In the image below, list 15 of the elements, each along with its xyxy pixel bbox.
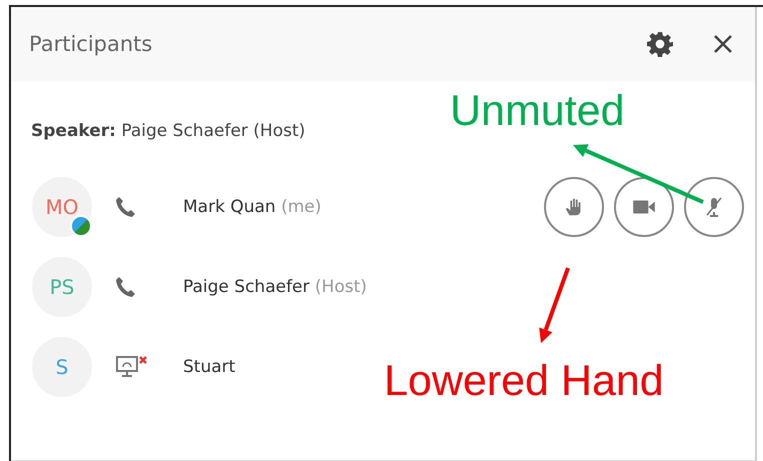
participant-name: Paige Schaefer (Host) [183, 277, 368, 297]
participant-name: Mark Quan (me) [183, 197, 322, 217]
close-icon[interactable] [713, 34, 733, 54]
avatar: MO [32, 177, 92, 237]
phone-icon [116, 197, 136, 217]
avatar: S [32, 337, 92, 397]
avatar: PS [32, 257, 92, 317]
monitor-icon [116, 355, 148, 379]
settings-icon[interactable] [647, 31, 673, 57]
phone-icon [116, 277, 136, 297]
annotation-label: Unmuted [450, 87, 624, 136]
annotation-label: Lowered Hand [384, 357, 664, 406]
panel-title: Participants [29, 32, 152, 56]
speaker-label: Speaker: Paige Schaefer (Host) [31, 121, 306, 141]
participant-name: Stuart [183, 357, 236, 377]
